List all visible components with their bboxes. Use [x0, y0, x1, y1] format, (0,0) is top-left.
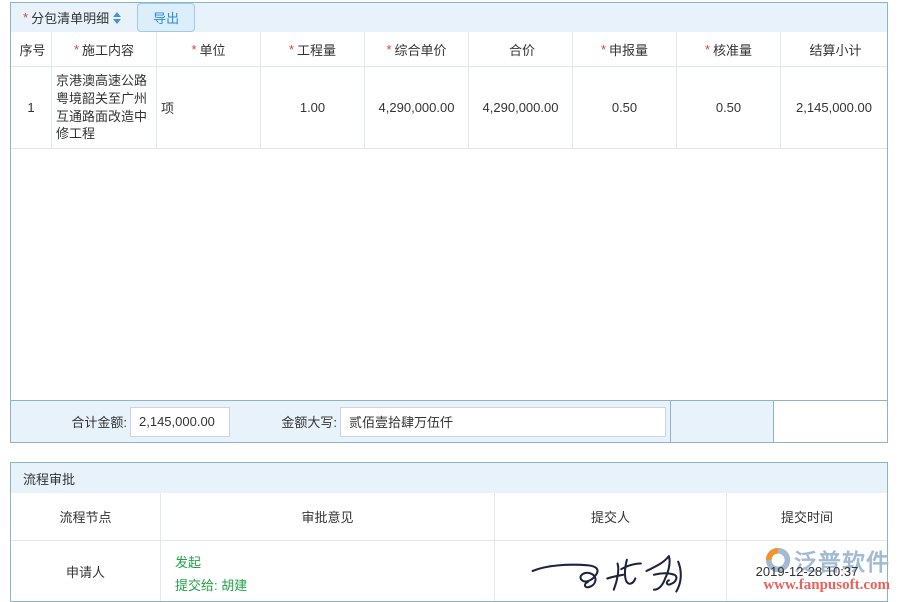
approval-header-node: 流程节点	[11, 493, 161, 540]
header-approved-qty: *核准量	[677, 32, 781, 66]
approval-submit-time: 2019-12-28 10:37	[727, 541, 887, 601]
approval-header-opinion: 审批意见	[161, 493, 495, 540]
row-declared-qty: 0.50	[573, 67, 677, 148]
export-button[interactable]: 导出	[137, 3, 195, 32]
approval-titlebar: 流程审批	[11, 463, 887, 493]
approval-header-submitter: 提交人	[495, 493, 727, 540]
approval-opinion: 发起 提交给: 胡建	[161, 541, 495, 601]
header-unit: *单位	[157, 32, 261, 66]
header-declared-qty: *申报量	[573, 32, 677, 66]
approval-section-title: 流程审批	[23, 469, 75, 488]
header-total-price: 合价	[469, 32, 573, 66]
header-settlement-subtotal: 结算小计	[781, 32, 887, 66]
stepper-down-icon[interactable]	[113, 19, 121, 24]
approval-flow-panel: 流程审批 流程节点 审批意见 提交人 提交时间 申请人 发起 提交给: 胡建 2…	[10, 462, 888, 602]
title-stepper-icon[interactable]	[113, 12, 121, 24]
row-approved-qty: 0.50	[677, 67, 781, 148]
table-empty-area	[11, 149, 887, 400]
approval-opinion-line2: 提交给: 胡建	[175, 574, 247, 597]
row-construction-content: 京港澳高速公路粤境韶关至广州互通路面改造中修工程	[52, 67, 157, 148]
stepper-up-icon[interactable]	[113, 12, 121, 17]
total-amount-label: 合计金额:	[11, 412, 127, 431]
header-unit-price: *综合单价	[365, 32, 469, 66]
row-unit: 项	[157, 67, 261, 148]
required-star: *	[23, 10, 28, 25]
row-seq: 1	[11, 67, 52, 148]
header-quantity: *工程量	[261, 32, 365, 66]
signature-image	[526, 543, 696, 599]
totals-row: 合计金额: 2,145,000.00 金额大写: 贰佰壹拾肆万伍仟	[11, 400, 887, 442]
header-construction-content: *施工内容	[52, 32, 157, 66]
subcontract-detail-panel: * 分包清单明细 导出 序号 *施工内容 *单位 *工程量 *综合单价 合价 *…	[10, 2, 888, 443]
total-amount-field[interactable]: 2,145,000.00	[130, 407, 230, 437]
amount-words-field[interactable]: 贰佰壹拾肆万伍仟	[340, 407, 666, 437]
amount-words-label: 金额大写:	[230, 412, 337, 431]
table-header-row: 序号 *施工内容 *单位 *工程量 *综合单价 合价 *申报量 *核准量 结算小…	[11, 32, 887, 67]
row-total-price: 4,290,000.00	[469, 67, 573, 148]
approval-header-row: 流程节点 审批意见 提交人 提交时间	[11, 493, 887, 541]
approval-row: 申请人 发起 提交给: 胡建 2019-12-28 10:37	[11, 541, 887, 601]
table-row[interactable]: 1 京港澳高速公路粤境韶关至广州互通路面改造中修工程 项 1.00 4,290,…	[11, 67, 887, 149]
approval-opinion-line1: 发起	[175, 551, 201, 574]
approval-node: 申请人	[11, 541, 161, 601]
panel-title: 分包清单明细	[31, 8, 109, 27]
panel-titlebar: * 分包清单明细 导出	[11, 3, 887, 32]
approval-signature-cell	[495, 541, 727, 601]
header-seq: 序号	[11, 32, 52, 66]
totals-spacer-cell	[670, 401, 773, 442]
totals-end-cell	[773, 401, 887, 442]
row-quantity: 1.00	[261, 67, 365, 148]
approval-header-submit-time: 提交时间	[727, 493, 887, 540]
row-settlement-subtotal: 2,145,000.00	[781, 67, 887, 148]
row-unit-price: 4,290,000.00	[365, 67, 469, 148]
